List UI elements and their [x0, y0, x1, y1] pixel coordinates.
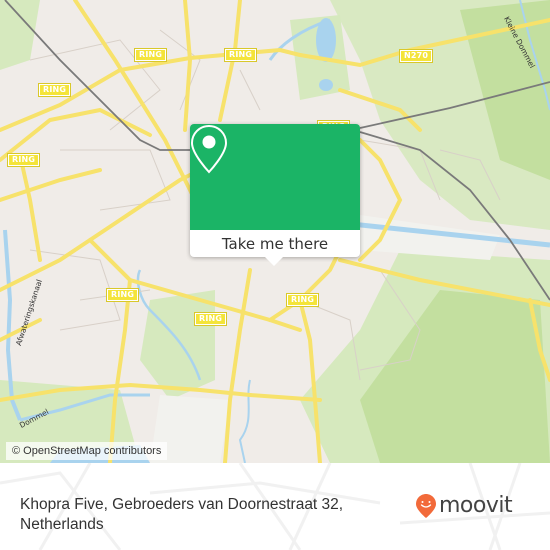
road-label-n270: N270 [398, 49, 434, 63]
address-line-1: Khopra Five, Gebroeders van Doornestraat… [20, 496, 344, 513]
address-line-2: Netherlands [20, 516, 104, 533]
moovit-smiley-icon [416, 494, 436, 518]
location-pin-icon [190, 124, 228, 174]
popup-pointer [265, 257, 283, 266]
map-attribution[interactable]: © OpenStreetMap contributors [6, 442, 168, 460]
popup-header [190, 124, 360, 230]
road-label-ring: RING [193, 312, 228, 326]
road-label-ring: RING [285, 293, 320, 307]
road-label-ring: RING [133, 48, 168, 62]
map[interactable]: RING RING RING RING RING RING RING RING … [0, 0, 550, 463]
moovit-logo-text: moovit [439, 493, 513, 518]
road-label-ring: RING [6, 153, 41, 167]
address: Khopra Five, Gebroeders van Doornestraat… [20, 495, 370, 535]
moovit-logo[interactable]: moovit [415, 493, 513, 519]
road-label-ring: RING [37, 83, 72, 97]
road-label-ring: RING [223, 48, 258, 62]
location-popup: Take me there [190, 124, 360, 266]
take-me-there-button[interactable]: Take me there [190, 230, 360, 257]
footer: Khopra Five, Gebroeders van Doornestraat… [0, 463, 550, 550]
road-label-ring: RING [105, 288, 140, 302]
